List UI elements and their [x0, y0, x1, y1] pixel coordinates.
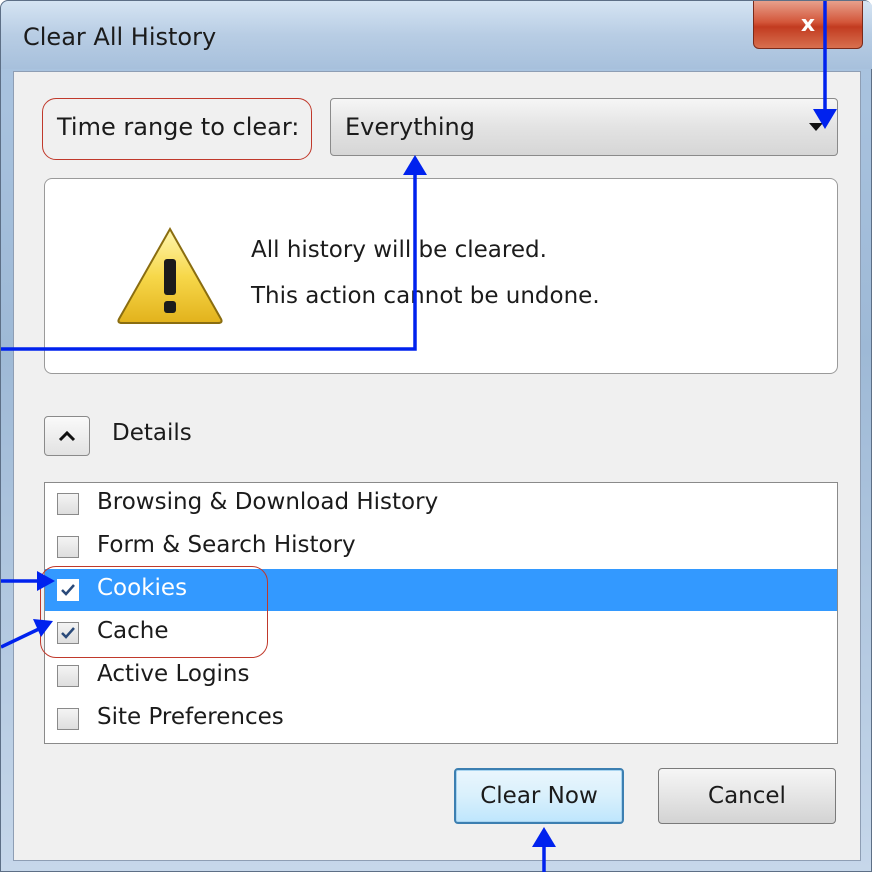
details-toggle-button[interactable] [44, 416, 90, 456]
list-item-label: Form & Search History [97, 532, 356, 558]
dialog-window: Clear All History x Time range to clear:… [0, 0, 872, 872]
window-title: Clear All History [23, 23, 217, 51]
list-item-site-preferences[interactable]: Site Preferences [45, 698, 837, 740]
dropdown-arrow-icon [809, 123, 823, 131]
warning-submessage: This action cannot be undone. [251, 283, 600, 309]
warning-panel: All history will be cleared. This action… [44, 178, 838, 374]
title-bar: Clear All History x [1, 1, 872, 69]
cancel-button[interactable]: Cancel [658, 768, 836, 824]
list-item-label: Browsing & Download History [97, 489, 439, 515]
cookies-cache-highlight [40, 566, 268, 658]
list-item-label: Site Preferences [97, 704, 284, 730]
checkbox-site-preferences[interactable] [57, 708, 79, 730]
chevron-up-icon [58, 430, 76, 442]
time-range-value: Everything [345, 113, 475, 141]
time-range-label: Time range to clear: [57, 113, 300, 141]
list-item-form-history[interactable]: Form & Search History [45, 526, 837, 568]
time-range-label-highlight: Time range to clear: [42, 98, 312, 160]
checkbox-active-logins[interactable] [57, 665, 79, 687]
time-range-dropdown[interactable]: Everything [330, 98, 838, 156]
dialog-body: Time range to clear: Everything All hist… [13, 71, 861, 861]
close-icon: x [800, 12, 816, 37]
checkbox-form-history[interactable] [57, 536, 79, 558]
close-button[interactable]: x [753, 1, 863, 49]
details-label: Details [112, 420, 192, 446]
list-item-browsing-history[interactable]: Browsing & Download History [45, 483, 837, 525]
warning-icon [117, 226, 223, 324]
list-item-active-logins[interactable]: Active Logins [45, 655, 837, 697]
checkbox-browsing-history[interactable] [57, 493, 79, 515]
list-item-label: Active Logins [97, 661, 250, 687]
clear-now-button[interactable]: Clear Now [454, 768, 624, 824]
warning-message: All history will be cleared. [251, 237, 547, 263]
